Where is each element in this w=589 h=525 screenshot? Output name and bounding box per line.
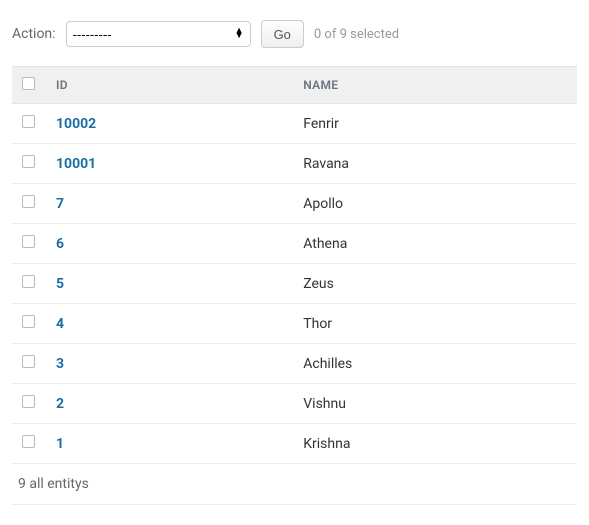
table-row: 5 Zeus [12, 264, 577, 304]
row-checkbox-cell [12, 224, 46, 264]
id-link[interactable]: 7 [56, 196, 64, 212]
row-name-cell: Zeus [293, 264, 577, 304]
row-id-cell: 5 [46, 264, 293, 304]
row-checkbox-cell [12, 424, 46, 464]
row-checkbox[interactable] [22, 275, 35, 288]
row-checkbox[interactable] [22, 435, 35, 448]
row-name-cell: Athena [293, 224, 577, 264]
row-checkbox-cell [12, 384, 46, 424]
row-checkbox-cell [12, 104, 46, 144]
row-name-cell: Krishna [293, 424, 577, 464]
id-link[interactable]: 5 [56, 276, 64, 292]
row-checkbox[interactable] [22, 235, 35, 248]
row-checkbox[interactable] [22, 195, 35, 208]
header-name[interactable]: NAME [293, 67, 577, 104]
row-id-cell: 6 [46, 224, 293, 264]
selection-count: 0 of 9 selected [314, 27, 399, 42]
data-table: ID NAME 10002 Fenrir 10001 Ravana 7 Apollo 6 At… [12, 66, 577, 464]
row-name-cell: Ravana [293, 144, 577, 184]
row-checkbox[interactable] [22, 395, 35, 408]
id-link[interactable]: 10001 [56, 156, 96, 172]
id-link[interactable]: 6 [56, 236, 64, 252]
footer-count: 9 all entitys [12, 464, 577, 505]
id-link[interactable]: 1 [56, 436, 64, 452]
row-checkbox-cell [12, 184, 46, 224]
select-all-checkbox[interactable] [22, 77, 35, 90]
id-link[interactable]: 10002 [56, 116, 96, 132]
row-id-cell: 10002 [46, 104, 293, 144]
row-checkbox[interactable] [22, 355, 35, 368]
row-name-cell: Vishnu [293, 384, 577, 424]
row-checkbox[interactable] [22, 155, 35, 168]
action-bar: Action: --------- ▲▼ Go 0 of 9 selected [12, 20, 577, 48]
action-label: Action: [12, 26, 56, 42]
table-row: 10002 Fenrir [12, 104, 577, 144]
id-link[interactable]: 3 [56, 356, 64, 372]
action-select[interactable]: --------- [66, 21, 251, 47]
row-checkbox-cell [12, 304, 46, 344]
row-id-cell: 3 [46, 344, 293, 384]
table-row: 6 Athena [12, 224, 577, 264]
table-row: 1 Krishna [12, 424, 577, 464]
row-checkbox[interactable] [22, 315, 35, 328]
table-row: 3 Achilles [12, 344, 577, 384]
row-name-cell: Apollo [293, 184, 577, 224]
row-id-cell: 4 [46, 304, 293, 344]
row-checkbox[interactable] [22, 115, 35, 128]
id-link[interactable]: 4 [56, 316, 64, 332]
row-checkbox-cell [12, 344, 46, 384]
table-row: 10001 Ravana [12, 144, 577, 184]
table-row: 7 Apollo [12, 184, 577, 224]
id-link[interactable]: 2 [56, 396, 64, 412]
row-id-cell: 7 [46, 184, 293, 224]
row-checkbox-cell [12, 264, 46, 304]
row-checkbox-cell [12, 144, 46, 184]
row-id-cell: 10001 [46, 144, 293, 184]
header-id[interactable]: ID [46, 67, 293, 104]
header-checkbox-cell [12, 67, 46, 104]
row-id-cell: 1 [46, 424, 293, 464]
row-name-cell: Achilles [293, 344, 577, 384]
row-name-cell: Fenrir [293, 104, 577, 144]
row-name-cell: Thor [293, 304, 577, 344]
table-row: 2 Vishnu [12, 384, 577, 424]
row-id-cell: 2 [46, 384, 293, 424]
go-button[interactable]: Go [261, 20, 304, 48]
table-row: 4 Thor [12, 304, 577, 344]
